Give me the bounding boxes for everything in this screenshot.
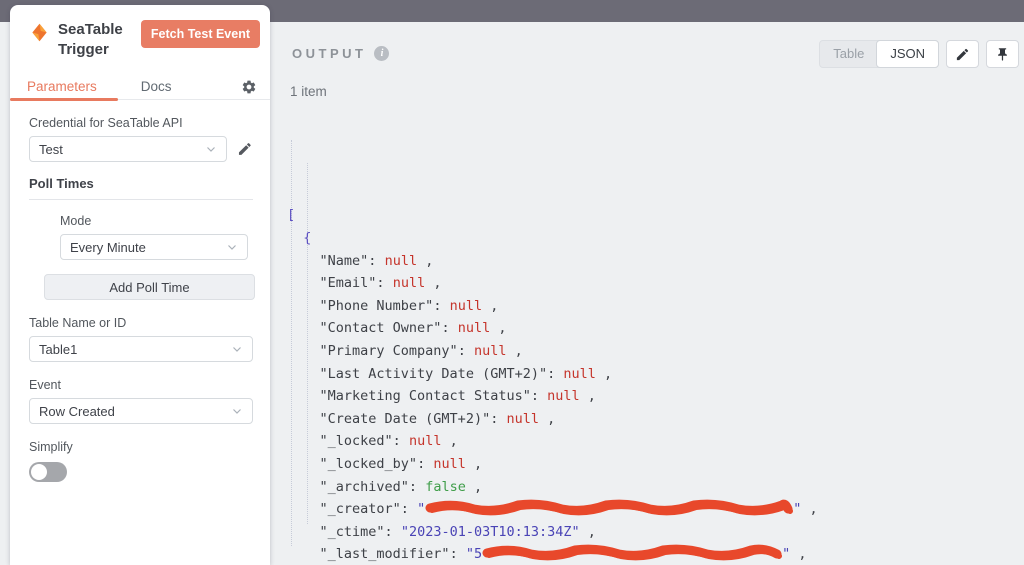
trigger-panel: SeaTable Trigger Fetch Test Event Parame… bbox=[10, 5, 270, 565]
chevron-down-icon bbox=[233, 409, 241, 414]
code-line: "Contact Owner": null , bbox=[319, 320, 507, 337]
seatable-logo-icon bbox=[32, 23, 47, 42]
gear-icon[interactable] bbox=[241, 79, 257, 95]
trigger-form: Credential for SeaTable API Test Poll Ti… bbox=[10, 100, 270, 482]
trigger-title: SeaTable Trigger bbox=[58, 21, 123, 58]
pin-output-button[interactable] bbox=[986, 40, 1019, 68]
active-tab-underline bbox=[10, 98, 118, 101]
simplify-label: Simplify bbox=[29, 440, 73, 454]
code-line: "Create Date (GMT+2)": null , bbox=[319, 410, 556, 427]
code-line: "_creator": " " , bbox=[287, 498, 818, 521]
code-line: "_locked_by": null , bbox=[319, 455, 483, 472]
fetch-test-event-button[interactable]: Fetch Test Event bbox=[140, 20, 260, 48]
table-name-select[interactable]: Table1 bbox=[29, 336, 253, 362]
code-line: "_archived": false , bbox=[319, 478, 483, 495]
mode-select[interactable]: Every Minute bbox=[60, 234, 248, 260]
edit-credential-pencil-icon[interactable] bbox=[237, 141, 253, 157]
trigger-header: SeaTable Trigger Fetch Test Event bbox=[10, 5, 270, 60]
code-line: "_last_modifier": "5 " , bbox=[287, 543, 818, 565]
view-toggle: Table JSON bbox=[819, 40, 939, 68]
output-panel: OUTPUT i Table JSON 1 item [ { "Name": n… bbox=[270, 22, 1024, 565]
toggle-knob bbox=[31, 464, 47, 480]
event-label: Event bbox=[29, 378, 61, 392]
view-toggle-json[interactable]: JSON bbox=[876, 40, 939, 68]
output-controls: Table JSON bbox=[819, 40, 1019, 68]
credential-select[interactable]: Test bbox=[29, 136, 228, 162]
code-line: { bbox=[303, 229, 312, 246]
tab-docs[interactable]: Docs bbox=[141, 79, 172, 94]
code-line: "_ctime": "2023-01-03T10:13:34Z" , bbox=[319, 523, 596, 540]
table-name-label: Table Name or ID bbox=[29, 316, 127, 330]
code-line: "Phone Number": null , bbox=[319, 297, 499, 314]
poll-times-heading: Poll Times bbox=[29, 176, 253, 200]
json-code[interactable]: [ { "Name": null , "Email": null , "Phon… bbox=[287, 114, 818, 565]
code-line: "Marketing Contact Status": null , bbox=[319, 388, 596, 405]
code-line: "Email": null , bbox=[319, 275, 442, 292]
view-toggle-table[interactable]: Table bbox=[820, 41, 877, 67]
chevron-down-icon bbox=[207, 147, 216, 152]
item-count: 1 item bbox=[290, 84, 327, 99]
mode-label: Mode bbox=[60, 214, 92, 228]
code-line: "_locked": null , bbox=[319, 433, 458, 450]
redaction-scribble bbox=[482, 543, 783, 561]
pin-icon bbox=[998, 47, 1007, 61]
simplify-toggle[interactable] bbox=[29, 462, 67, 482]
code-line: "Primary Company": null , bbox=[319, 342, 523, 359]
chevron-down-icon bbox=[228, 245, 236, 250]
pencil-icon bbox=[956, 48, 969, 60]
output-heading: OUTPUT bbox=[292, 46, 367, 61]
add-poll-time-button[interactable]: Add Poll Time bbox=[44, 274, 255, 300]
code-line: "Last Activity Date (GMT+2)": null , bbox=[319, 365, 613, 382]
code-line: "Name": null , bbox=[319, 252, 434, 269]
code-line: [ bbox=[287, 207, 296, 224]
trigger-tabs: Parameters Docs bbox=[10, 74, 270, 101]
redaction-scribble bbox=[425, 498, 794, 516]
chevron-down-icon bbox=[233, 347, 241, 352]
credential-label: Credential for SeaTable API bbox=[29, 116, 183, 130]
tab-parameters[interactable]: Parameters bbox=[27, 79, 97, 94]
edit-output-button[interactable] bbox=[946, 40, 979, 68]
event-select[interactable]: Row Created bbox=[29, 398, 253, 424]
info-icon[interactable]: i bbox=[374, 46, 390, 61]
